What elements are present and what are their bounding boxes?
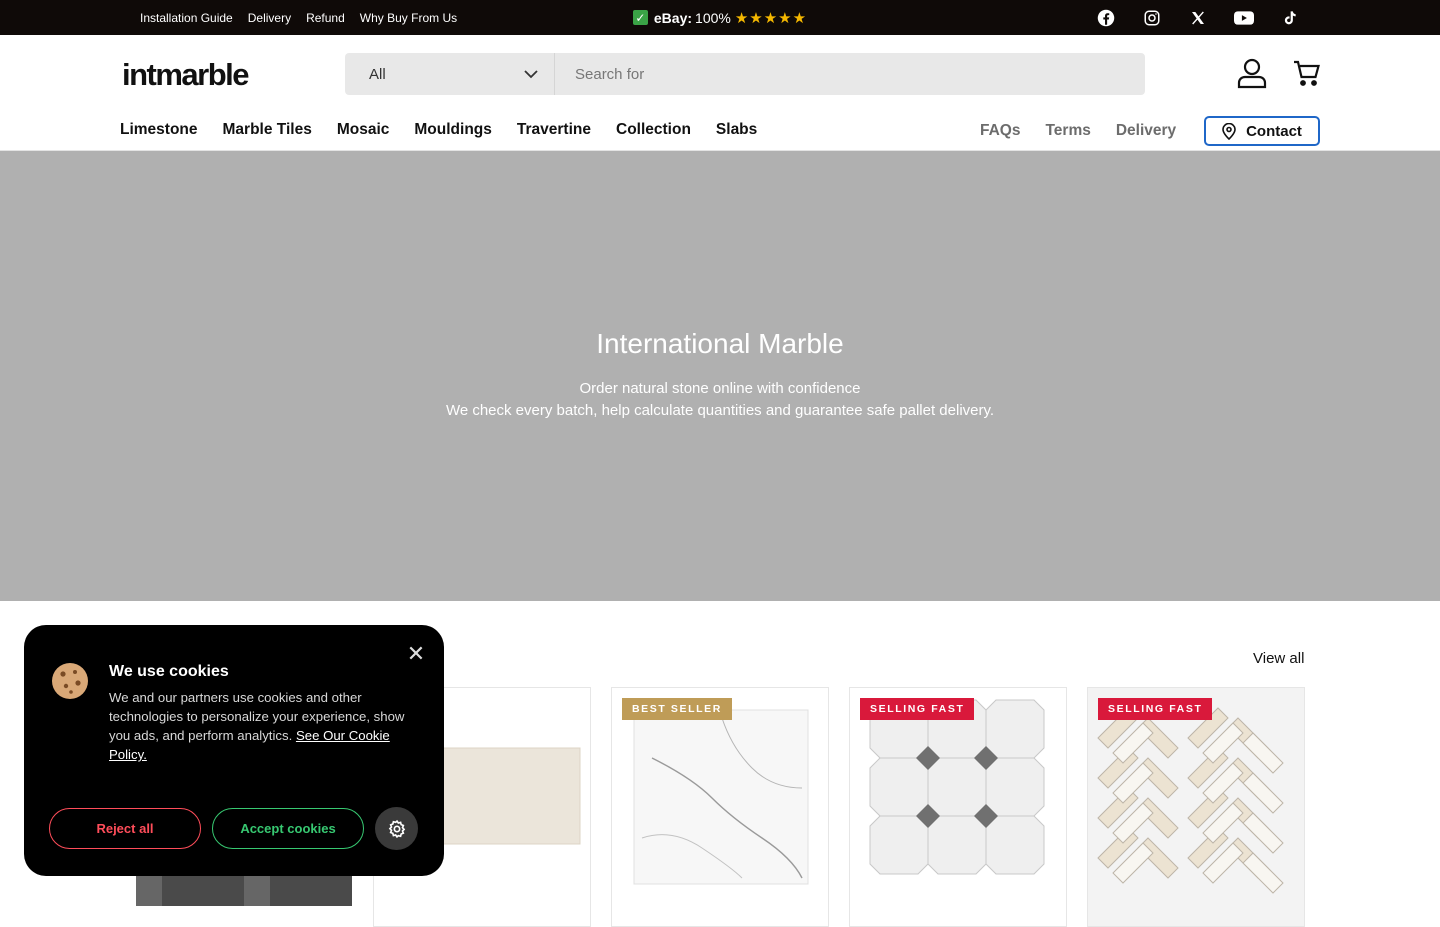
accept-cookies-button[interactable]: Accept cookies: [212, 808, 364, 849]
nav-item-slabs[interactable]: Slabs: [716, 121, 757, 139]
cart-icon[interactable]: [1293, 59, 1321, 87]
reject-all-button[interactable]: Reject all: [49, 808, 201, 849]
product-card-marble-tile[interactable]: BEST SELLER: [611, 687, 829, 927]
ebay-label: eBay:: [653, 9, 693, 26]
nav-item-mouldings[interactable]: Mouldings: [414, 121, 492, 139]
product-image: [1097, 707, 1284, 894]
selling-fast-badge: SELLING FAST: [860, 698, 975, 720]
contact-label: Contact: [1246, 122, 1302, 140]
contact-button[interactable]: Contact: [1204, 116, 1320, 146]
social-links: [1096, 0, 1300, 35]
location-pin-icon: [1222, 122, 1236, 140]
facebook-icon[interactable]: [1096, 8, 1116, 28]
nav-item-terms[interactable]: Terms: [1045, 122, 1090, 140]
announcement-bar: Installation Guide Delivery Refund Why B…: [0, 0, 1440, 35]
close-icon[interactable]: ✕: [406, 643, 426, 665]
product-image: [869, 699, 1045, 875]
hero-subtitle-line1: Order natural stone online with confiden…: [579, 380, 861, 397]
hero-banner: International Marble Order natural stone…: [0, 151, 1440, 601]
search-category-value: All: [369, 65, 386, 83]
best-seller-badge: BEST SELLER: [622, 698, 732, 720]
stars-rating: ★★★★★: [734, 9, 808, 27]
nav-item-travertine[interactable]: Travertine: [517, 121, 591, 139]
nav-item-delivery[interactable]: Delivery: [1116, 122, 1176, 140]
checkmark-icon: ✓: [632, 10, 648, 25]
cookie-banner: ✕ We use cookies We and our partners use…: [24, 625, 444, 876]
ebay-score: 100%: [695, 9, 731, 26]
image-segment: [136, 876, 162, 906]
search-category-select[interactable]: All: [345, 53, 555, 95]
hero-title: International Marble: [596, 328, 844, 359]
nav-item-faqs[interactable]: FAQs: [980, 122, 1020, 140]
site-header: intmarble All Limestone Marble Tiles Mos…: [0, 35, 1440, 151]
nav-item-marble-tiles[interactable]: Marble Tiles: [223, 121, 312, 139]
logo[interactable]: intmarble: [122, 57, 250, 93]
product-card-herringbone[interactable]: SELLING FAST: [1087, 687, 1305, 927]
cookie-settings-button[interactable]: [375, 807, 418, 850]
gear-icon: [388, 819, 405, 838]
nav-item-collection[interactable]: Collection: [616, 121, 691, 139]
cookie-title: We use cookies: [109, 663, 229, 680]
secondary-nav: FAQs Terms Delivery: [980, 122, 1176, 140]
image-segment: [244, 876, 270, 906]
account-icon[interactable]: [1236, 57, 1268, 89]
search-input[interactable]: [555, 53, 1145, 95]
nav-item-limestone[interactable]: Limestone: [120, 121, 198, 139]
youtube-icon[interactable]: [1234, 8, 1254, 28]
product-image: [633, 709, 809, 885]
search-bar: All: [345, 53, 1145, 95]
main-nav: Limestone Marble Tiles Mosaic Mouldings …: [120, 121, 757, 139]
hero-subtitle-line2: We check every batch, help calculate qua…: [445, 402, 995, 419]
cookie-icon: [52, 663, 88, 699]
product-image-partial: [136, 876, 352, 906]
chevron-down-icon: [524, 69, 538, 78]
tiktok-icon[interactable]: [1280, 8, 1300, 28]
x-icon[interactable]: [1188, 8, 1208, 28]
view-all-link[interactable]: View all: [1253, 650, 1304, 667]
selling-fast-badge: SELLING FAST: [1098, 698, 1213, 720]
instagram-icon[interactable]: [1142, 8, 1162, 28]
cookie-description: We and our partners use cookies and othe…: [109, 688, 414, 764]
product-card-mosaic-octagon[interactable]: SELLING FAST: [849, 687, 1067, 927]
nav-item-mosaic[interactable]: Mosaic: [337, 121, 390, 139]
